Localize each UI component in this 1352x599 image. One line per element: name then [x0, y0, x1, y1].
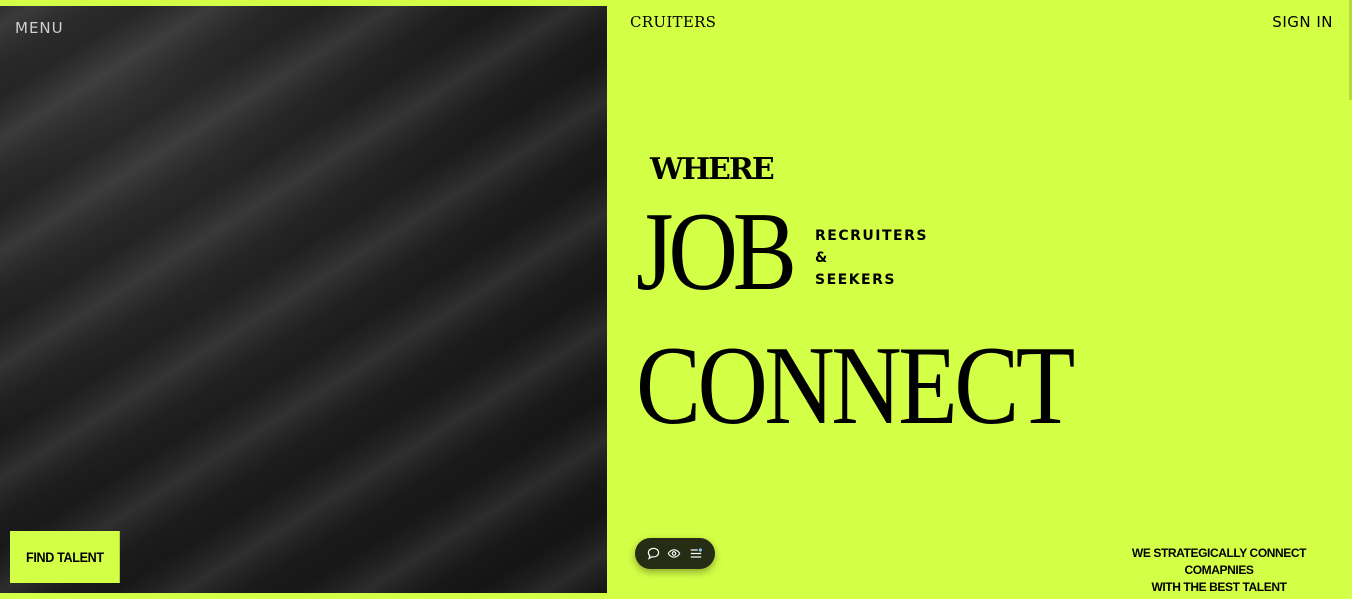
find-talent-button[interactable]: FIND TALENT [10, 531, 120, 583]
side-line-seekers: SEEKERS [815, 272, 896, 288]
side-line-recruiters: RECRUITERS [815, 228, 928, 244]
list-settings-icon[interactable] [689, 547, 703, 560]
floating-toolbar [635, 538, 715, 569]
chat-icon[interactable] [647, 547, 660, 560]
hero-job-text: JOB [636, 190, 797, 314]
sign-in-link[interactable]: SIGN IN [1272, 13, 1333, 31]
tagline: WE STRATEGICALLY CONNECT COMAPNIES WITH … [1109, 545, 1329, 596]
hero-where-text: WHERE [650, 152, 775, 187]
tagline-line-2: WITH THE BEST TALENT [1151, 580, 1287, 594]
hero-connect-text: CONNECT [636, 324, 1075, 448]
hero-side-text: RECRUITERS & SEEKERS [815, 225, 928, 291]
brand-logo[interactable]: CRUITERS [630, 13, 716, 31]
side-line-ampersand: & [815, 250, 829, 266]
tagline-line-1: WE STRATEGICALLY CONNECT COMAPNIES [1131, 546, 1307, 577]
hero-image-panel: MENU FIND TALENT [0, 6, 607, 593]
menu-button[interactable]: MENU [15, 19, 64, 37]
eye-icon[interactable] [667, 547, 681, 560]
